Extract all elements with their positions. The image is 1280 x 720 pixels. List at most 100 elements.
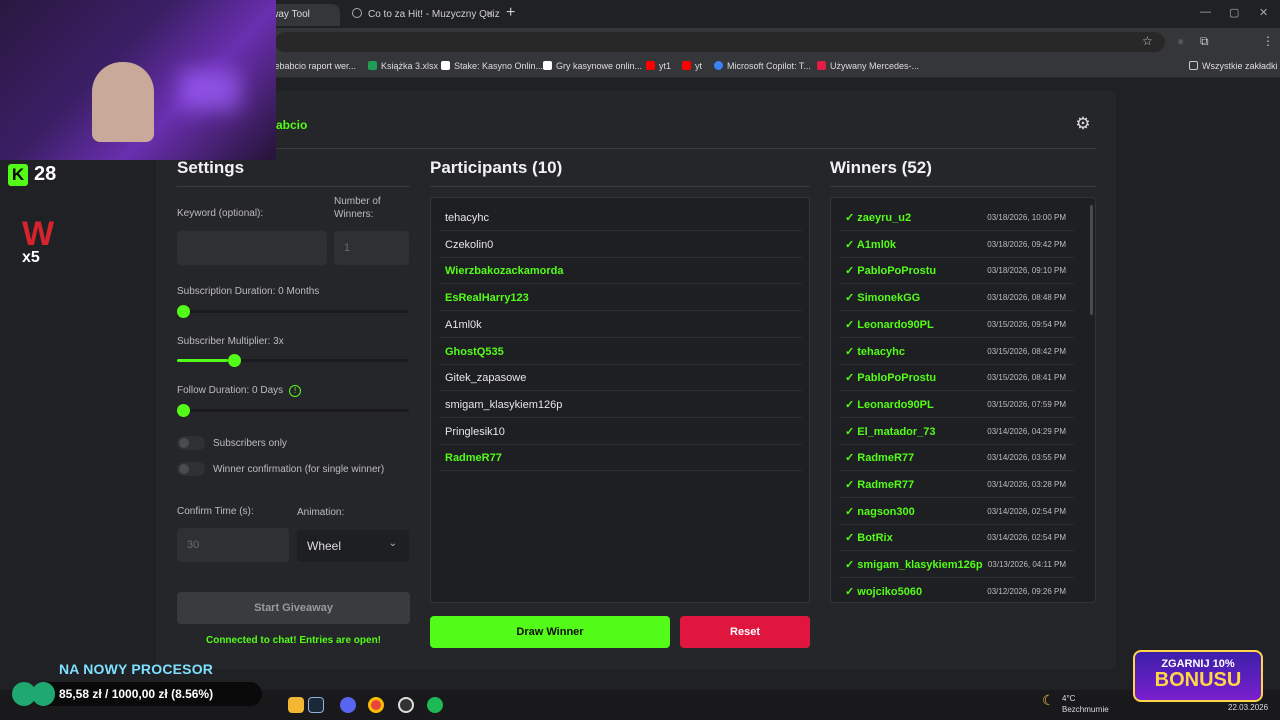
winner-row: ✓ El_matador_73 03/14/2026, 04:29 PM <box>839 419 1074 445</box>
subscription-duration-slider[interactable] <box>177 305 409 318</box>
winner-name: ✓ PabloPoProstu <box>845 372 937 385</box>
bookmark-item[interactable]: yt <box>682 61 702 71</box>
address-field[interactable] <box>275 32 1165 52</box>
winner-date: 03/15/2026, 07:59 PM <box>987 399 1066 409</box>
winner-date: 03/18/2026, 09:42 PM <box>987 239 1066 249</box>
winner-name: ✓ A1ml0k <box>845 238 896 251</box>
bookmark-item[interactable]: Gry kasynowe onlin... <box>543 61 642 71</box>
star-icon[interactable]: ☆ <box>1142 34 1153 48</box>
kick-logo-icon: K <box>8 164 28 186</box>
steam-icon[interactable] <box>308 697 324 713</box>
animation-label: Animation: <box>297 507 345 518</box>
bookmark-label: yt1 <box>659 61 672 71</box>
subscribers-only-label: Subscribers only <box>213 438 287 449</box>
goal-title: NA NOWY PROCESOR <box>59 661 214 677</box>
bookmark-item[interactable]: Używany Mercedes-... <box>817 61 919 71</box>
toggle-knob <box>179 464 189 474</box>
follow-duration-text: Follow Duration: 0 Days <box>177 385 284 396</box>
winner-row: ✓ zaeyru_u2 03/18/2026, 10:00 PM <box>839 205 1074 231</box>
winner-name: ✓ nagson300 <box>845 505 915 518</box>
participant-row: Gitek_zapasowe <box>439 365 802 392</box>
follow-duration-slider[interactable] <box>177 404 409 417</box>
winner-row: ✓ Leonardo90PL 03/15/2026, 09:54 PM <box>839 312 1074 338</box>
close-tab-icon[interactable]: ✕ <box>486 4 494 26</box>
viewer-count: 28 <box>34 163 57 185</box>
winners-count-input[interactable]: 1 <box>334 231 409 265</box>
bookmark-label: Microsoft Copilot: T... <box>727 61 811 71</box>
slider-knob[interactable] <box>177 404 190 417</box>
connection-status: Connected to chat! Entries are open! <box>205 635 382 646</box>
winners-title: Winners (52) <box>830 158 932 177</box>
bookmark-label: Książka 3.xlsx <box>381 61 439 71</box>
close-window-icon[interactable]: ✕ <box>1259 6 1268 19</box>
puzzle-icon[interactable]: ⧉ <box>1200 34 1209 49</box>
draw-winner-button[interactable]: Draw Winner <box>430 616 670 648</box>
winner-name: ✓ Leonardo90PL <box>845 398 934 411</box>
winner-date: 03/14/2026, 02:54 PM <box>987 533 1066 543</box>
bookmark-item[interactable]: Książka 3.xlsx <box>368 61 438 71</box>
winner-date: 03/15/2026, 09:54 PM <box>987 319 1066 329</box>
winner-confirmation-label: Winner confirmation (for single winner) <box>213 464 385 475</box>
all-bookmarks-label: Wszystkie zakładki <box>1202 61 1278 71</box>
winner-date: 03/13/2026, 04:11 PM <box>987 560 1066 570</box>
follow-duration-label: Follow Duration: 0 Days! <box>177 385 302 397</box>
winner-row: ✓ A1ml0k 03/18/2026, 09:42 PM <box>839 232 1074 258</box>
file-explorer-icon[interactable] <box>288 697 304 713</box>
bookmark-label: Stake: Kasyno Onlin... <box>454 61 544 71</box>
winner-name: ✓ El_matador_73 <box>845 425 936 438</box>
bookmark-item[interactable]: yt1 <box>646 61 671 71</box>
subscribers-only-toggle[interactable] <box>177 436 205 450</box>
winner-name: ✓ BotRix <box>845 532 893 545</box>
goal-text: 85,58 zł / 1000,00 zł (8.56%) <box>59 687 214 701</box>
copilot-icon <box>714 61 723 70</box>
slider-knob[interactable] <box>228 354 242 367</box>
maximize-icon[interactable]: ▢ <box>1229 6 1239 19</box>
winner-confirmation-toggle[interactable] <box>177 462 205 476</box>
confirm-time-input[interactable]: 30 <box>177 528 289 562</box>
discord-icon[interactable] <box>340 697 356 713</box>
bookmark-item[interactable]: Microsoft Copilot: T... <box>714 61 811 71</box>
info-icon[interactable]: ! <box>289 385 302 397</box>
winner-date: 03/18/2026, 08:48 PM <box>987 293 1066 303</box>
bookmark-item[interactable]: kebabcio raport wer... <box>270 61 356 71</box>
winner-name: ✓ zaeyru_u2 <box>845 212 912 224</box>
winner-row: ✓ tehacyhc 03/15/2026, 08:42 PM <box>839 339 1074 365</box>
animation-select[interactable]: Wheel ⌄ <box>297 530 409 562</box>
participants-divider <box>430 186 810 187</box>
bookmark-label: yt <box>695 61 703 71</box>
w-x5-logo: Wx5 <box>22 215 62 268</box>
new-tab-button[interactable]: + <box>506 4 515 22</box>
winner-name: ✓ RadmeR77 <box>845 452 915 465</box>
start-giveaway-button[interactable]: Start Giveaway <box>177 592 410 624</box>
winner-date: 03/15/2026, 08:41 PM <box>987 373 1066 383</box>
participant-row: GhostQ535 <box>439 339 802 365</box>
weather-desc: Bezchmurnie <box>1062 705 1109 714</box>
taskbar-date: 22.03.2026 <box>1228 703 1269 712</box>
subscriber-multiplier-slider[interactable] <box>177 354 409 367</box>
minimize-icon[interactable]: — <box>1200 6 1211 18</box>
slider-knob[interactable] <box>177 305 190 318</box>
participant-row: EsRealHarry123 <box>439 285 802 312</box>
brand-name: abcio <box>276 118 308 132</box>
logo-w: W <box>22 215 55 253</box>
spotify-icon[interactable] <box>427 697 443 713</box>
extension-icon[interactable]: ● <box>1177 34 1184 48</box>
keyword-input[interactable] <box>177 231 327 265</box>
stake-icon <box>441 61 450 70</box>
all-bookmarks[interactable]: Wszystkie zakładki <box>1189 61 1278 71</box>
tab-music-quiz[interactable]: Co to za Hit! - Muzyczny Quiz ✕ <box>342 4 500 26</box>
winner-date: 03/14/2026, 03:28 PM <box>987 480 1066 489</box>
chrome-icon[interactable] <box>368 697 384 713</box>
bookmark-item[interactable]: Stake: Kasyno Onlin... <box>441 61 543 71</box>
participant-row: smigam_klasykiem126p <box>439 392 802 418</box>
winner-date: 03/18/2026, 09:10 PM <box>987 266 1066 276</box>
weather-temp: 4°C <box>1062 694 1076 703</box>
reset-button[interactable]: Reset <box>680 616 810 648</box>
youtube-icon <box>682 61 691 70</box>
winners-list: ✓ zaeyru_u2 03/18/2026, 10:00 PM ✓ A1ml0k 0… <box>830 197 1096 603</box>
obs-icon[interactable] <box>398 697 414 713</box>
winners-scrollbar[interactable] <box>1090 205 1093 315</box>
menu-icon[interactable]: ⋮ <box>1262 34 1274 48</box>
settings-divider <box>177 186 410 187</box>
gear-icon[interactable]: ⚙ <box>1071 112 1095 136</box>
